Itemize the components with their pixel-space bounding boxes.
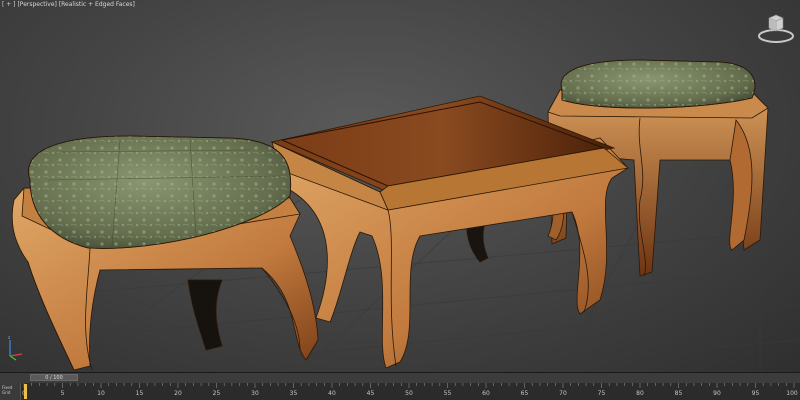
trackbar-tick-label: 70 [559,390,567,397]
trackbar-tick-label: 45 [367,390,375,397]
trackbar-tick-label: 85 [675,390,683,397]
perspective-viewport[interactable]: [ + ] [Perspective] [Realistic + Edged F… [0,0,800,372]
viewport-shading-menu[interactable]: [Realistic + Edged Faces] [59,1,135,8]
trackbar-tick-label: 15 [136,390,144,397]
time-slider-label: 0 / 100 [45,375,63,381]
trackbar-ruler[interactable]: 0510152025303540455055606570758085909510… [22,383,798,400]
time-slider[interactable]: 0 / 100 [30,374,78,381]
trackbar-tick-label: 50 [405,390,413,397]
trackbar-tick-label: 80 [636,390,644,397]
trackbar-tick-label: 90 [713,390,721,397]
3dsmax-window: [ + ] [Perspective] [Realistic + Edged F… [0,0,800,400]
playhead[interactable] [24,384,27,399]
viewport-pov-menu[interactable]: [Perspective] [17,1,56,8]
trackbar-tick-label: 60 [482,390,490,397]
time-slider-bar: 0 / 100 [0,372,800,383]
trackbar-left-panel[interactable]: Fixed Grid [0,383,21,400]
viewport-label[interactable]: [ + ] [Perspective] [Realistic + Edged F… [2,0,135,10]
viewport-plus-menu[interactable]: [ + ] [2,1,16,8]
trackbar: Fixed Grid 05101520253035404550556065707… [0,383,800,400]
trackbar-left-label: Fixed Grid [2,385,13,395]
stool-left [11,135,319,371]
trackbar-tick-label: 5 [61,390,65,397]
trackbar-tick-label: 65 [521,390,529,397]
trackbar-tick-label: 20 [174,390,182,397]
viewcube-icon[interactable] [756,12,796,46]
viewport-scene [0,59,800,372]
svg-text:z: z [8,335,10,340]
trackbar-tick-label: 35 [290,390,298,397]
trackbar-tick-label: 40 [328,390,336,397]
trackbar-tick-label: 95 [752,390,760,397]
trackbar-tick-label: 75 [598,390,606,397]
trackbar-tick-label: 100 [786,390,798,397]
axis-tripod-icon: z [2,334,24,364]
trackbar-tick-label: 25 [213,390,221,397]
trackbar-tick-label: 55 [444,390,452,397]
trackbar-tick-label: 10 [97,390,105,397]
trackbar-tick-label: 30 [251,390,259,397]
